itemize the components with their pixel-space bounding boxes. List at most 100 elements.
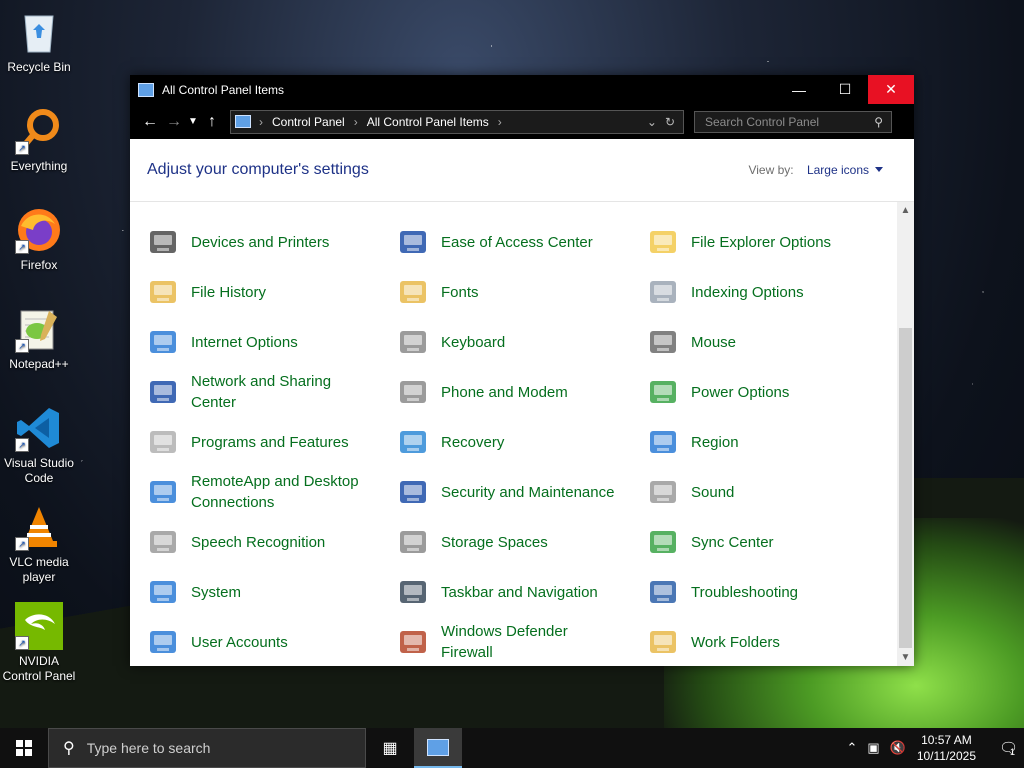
desktop-icon-nvidia[interactable]: ↗ NVIDIA Control Panel (0, 602, 78, 684)
control-panel-item-label: User Accounts (191, 633, 288, 651)
view-by-control: View by: Large icons (748, 163, 897, 177)
user-accounts-icon (147, 626, 179, 658)
search-icon[interactable]: ⚲ (874, 115, 883, 129)
clock[interactable]: 10:57 AM 10/11/2025 (917, 732, 976, 764)
vertical-scrollbar[interactable]: ▲ ▼ (897, 202, 914, 666)
view-by-label: View by: (748, 163, 794, 177)
taskbar-search-box[interactable]: ⚲ Type here to search (48, 728, 366, 768)
scroll-up-arrow-icon[interactable]: ▲ (897, 202, 914, 219)
control-panel-item-label: File Explorer Options (691, 233, 832, 251)
ease-of-access-icon (397, 226, 429, 258)
work-folders-icon (647, 626, 679, 658)
control-panel-item[interactable]: RemoteApp and Desktop Connections (130, 467, 370, 517)
start-button[interactable] (0, 728, 48, 768)
control-panel-item[interactable]: Programs and Features (130, 417, 370, 467)
minimize-button[interactable]: — (776, 75, 822, 104)
control-panel-item-label: Devices and Printers (191, 233, 330, 251)
control-panel-item[interactable]: Mouse (630, 317, 870, 367)
control-panel-item-label: System (191, 583, 242, 601)
search-box[interactable]: ⚲ (694, 110, 892, 133)
control-panel-item[interactable]: Indexing Options (630, 267, 870, 317)
address-dropdown-chevron-icon[interactable]: ⌄ (647, 115, 657, 129)
control-panel-item[interactable]: Speech Recognition (130, 517, 370, 567)
shortcut-arrow-icon: ↗ (15, 240, 29, 254)
control-panel-item[interactable]: Power Options (630, 367, 870, 417)
control-panel-item[interactable]: File History (130, 267, 370, 317)
control-panel-item[interactable]: Network and Sharing Center (130, 367, 370, 417)
breadcrumb-control-panel[interactable]: Control Panel (272, 115, 345, 129)
control-panel-item[interactable]: Storage Spaces (380, 517, 620, 567)
control-panel-item[interactable]: Ease of Access Center (380, 217, 620, 267)
desktop-icon-recycle-bin[interactable]: Recycle Bin (0, 8, 78, 75)
control-panel-item-label: Power Options (691, 383, 790, 401)
programs-icon (147, 426, 179, 458)
recent-locations-chevron-icon[interactable]: ▼ (186, 116, 200, 127)
network-icon (147, 376, 179, 408)
vlc-cone-icon: ↗ (15, 503, 63, 551)
desktop-icon-label: Everything (10, 159, 68, 173)
control-panel-item[interactable]: User Accounts (130, 617, 370, 666)
action-center-button[interactable]: 🗨 1 (990, 728, 1024, 768)
window-title: All Control Panel Items (162, 82, 285, 97)
control-panel-item[interactable]: Fonts (380, 267, 620, 317)
shortcut-arrow-icon: ↗ (15, 438, 29, 452)
desktop-icon-everything[interactable]: ↗ Everything (0, 107, 78, 174)
taskbar-control-panel-button[interactable] (414, 728, 462, 768)
control-panel-item[interactable]: Region (630, 417, 870, 467)
network-icon[interactable]: ▣ (867, 740, 879, 756)
shortcut-arrow-icon: ↗ (15, 141, 29, 155)
control-panel-item[interactable]: Security and Maintenance (380, 467, 620, 517)
search-icon: ⚲ (63, 740, 75, 757)
control-panel-item-label: Security and Maintenance (441, 483, 615, 501)
desktop-icon-vscode[interactable]: ↗ Visual Studio Code (0, 404, 78, 486)
control-panel-item-label: Ease of Access Center (441, 233, 593, 251)
up-arrow-icon[interactable]: ↑ (200, 113, 224, 131)
firefox-icon: ↗ (15, 206, 63, 254)
control-panel-item-label: Taskbar and Navigation (441, 583, 598, 601)
desktop-icon-vlc[interactable]: ↗ VLC media player (0, 503, 78, 585)
control-panel-item-label: Keyboard (441, 333, 506, 351)
control-panel-item[interactable]: Windows Defender Firewall (380, 617, 620, 666)
control-panel-item[interactable]: Sync Center (630, 517, 870, 567)
notepadpp-icon: ↗ (15, 305, 63, 353)
control-panel-item-label: Indexing Options (691, 283, 804, 301)
security-flag-icon (397, 476, 429, 508)
control-panel-item-label: RemoteApp and Desktop Connections (191, 473, 359, 511)
control-panel-item-label: Troubleshooting (691, 583, 799, 601)
control-panel-item[interactable]: Troubleshooting (630, 567, 870, 617)
close-button[interactable]: ✕ (868, 75, 914, 104)
task-view-icon: ▦ (382, 740, 398, 757)
system-icon (147, 576, 179, 608)
control-panel-item[interactable]: Phone and Modem (380, 367, 620, 417)
notification-icon: 🗨 (998, 740, 1019, 757)
desktop-icon-firefox[interactable]: ↗ Firefox (0, 206, 78, 273)
task-view-button[interactable]: ▦ (366, 728, 414, 768)
control-panel-item[interactable]: Taskbar and Navigation (380, 567, 620, 617)
control-panel-item[interactable]: Sound (630, 467, 870, 517)
scrollbar-thumb[interactable] (899, 328, 912, 648)
address-bar[interactable]: › Control Panel › All Control Panel Item… (230, 109, 684, 134)
back-arrow-icon[interactable]: ← (138, 113, 162, 131)
desktop-icon-notepadpp[interactable]: ↗ Notepad++ (0, 305, 78, 372)
volume-muted-icon[interactable]: 🔇 (890, 740, 906, 756)
forward-arrow-icon[interactable]: → (162, 113, 186, 131)
control-panel-item[interactable]: System (130, 567, 370, 617)
breadcrumb-all-items[interactable]: All Control Panel Items (367, 115, 489, 129)
shortcut-arrow-icon: ↗ (15, 537, 29, 551)
maximize-button[interactable]: ☐ (822, 75, 868, 104)
control-panel-item[interactable]: Devices and Printers (130, 217, 370, 267)
control-panel-item[interactable]: File Explorer Options (630, 217, 870, 267)
title-bar[interactable]: All Control Panel Items — ☐ ✕ (130, 75, 914, 104)
control-panel-item[interactable]: Recovery (380, 417, 620, 467)
view-by-dropdown[interactable]: Large icons (807, 163, 883, 177)
search-input[interactable] (703, 113, 875, 130)
control-panel-item[interactable]: Internet Options (130, 317, 370, 367)
navigation-bar: ← → ▼ ↑ › Control Panel › All Control Pa… (130, 104, 914, 139)
scroll-down-arrow-icon[interactable]: ▼ (897, 649, 914, 666)
content-header: Adjust your computer's settings View by:… (130, 139, 914, 202)
control-panel-item[interactable]: Keyboard (380, 317, 620, 367)
refresh-icon[interactable]: ↻ (665, 115, 675, 129)
desktop-icon-label: Firefox (20, 258, 58, 272)
show-hidden-icons-chevron-icon[interactable]: ⌃ (846, 740, 857, 756)
control-panel-item[interactable]: Work Folders (630, 617, 870, 666)
